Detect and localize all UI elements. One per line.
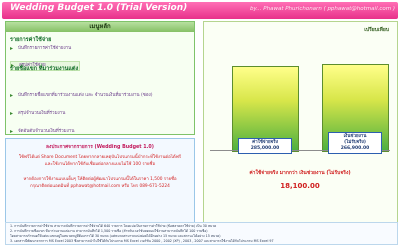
notes-panel: 1. การบันทึกรายการค่าใช้จ่าย สามารถบันทึ… — [5, 222, 398, 245]
menu-item-label: สรุปจำนวนเงินที่ร่วมงาน — [18, 111, 66, 116]
bullet-icon: ▸ — [10, 45, 14, 52]
license-info-title: ลงประกาศจากรายการ (Wedding Budget 1.0) — [46, 145, 154, 150]
difference-value: 18,100.00 — [280, 182, 320, 190]
license-text-line: ใช้ฟรีได้แต่ Share Document โดยหากกลายเห… — [18, 155, 182, 160]
license-text-line: และใช้งานได้หากใช้กับเชื่อมต่อกลางแบบไม่… — [44, 162, 156, 167]
author-byline: by... Phawat Phurichonarn ( pphawat@hotm… — [249, 6, 395, 12]
menu-item-label: จัดอันดับจำนวนเงินที่ร่วมงาน — [18, 129, 75, 134]
bullet-icon: ▸ — [10, 92, 14, 99]
menu-item-gift-ranking[interactable]: ▸ จัดอันดับจำนวนเงินที่ร่วมงาน — [10, 128, 128, 136]
gift-money-label: เงินช่วยงาน (ไม่รับจริง) 266,900.00 — [328, 132, 382, 154]
bullet-icon: ▸ — [10, 128, 14, 135]
bullet-icon: ▸ — [10, 110, 14, 117]
guest-section-title: รายชื่อแขก ที่มาร่วมงานแต่ง — [10, 66, 79, 72]
contact-text-line: กรุณาติดต่อแอดมินที่ pphawat@hotmail.com… — [30, 184, 170, 189]
menu-item-gift-summary[interactable]: ▸ สรุปจำนวนเงินที่ร่วมงาน — [10, 110, 128, 118]
gift-money-value: 266,900.00 — [340, 146, 370, 151]
actual-expense-value: 285,000.00 — [250, 146, 280, 151]
menu-item-label: บันทึกรายชื่อแขกที่มาร่วมงานแต่ง และ จำน… — [18, 93, 153, 98]
expense-section-title: รายการค่าใช้จ่าย — [10, 37, 52, 43]
comparison-panel: เปรียบเทียบ ค่าใช้จ่ายจริง 285,000.00 เง… — [203, 21, 398, 223]
license-text-line: หากต้องการใช้งานแบบเต็มๆ ให้ติดต่อผู้พัฒ… — [23, 177, 177, 182]
menu-item-record-guests[interactable]: ▸ บันทึกรายชื่อแขกที่มาร่วมงานแต่ง และ จำ… — [10, 92, 198, 100]
main-menu-panel: เมนูหลัก รายการค่าใช้จ่าย ▸ บันทึกรายการค… — [5, 21, 198, 171]
main-menu-heading: เมนูหลัก — [6, 22, 194, 32]
license-info-panel: ลงประกาศจากรายการ (Wedding Budget 1.0) ใ… — [5, 138, 195, 223]
menu-item-record-expenses[interactable]: ▸ บันทึกรายการค่าใช้จ่ายงาน — [10, 45, 128, 53]
app-title: Wedding Budget 1.0 (Trial Version) — [10, 3, 188, 13]
actual-expense-label: ค่าใช้จ่ายจริง 285,000.00 — [238, 138, 292, 154]
comparison-title: เปรียบเทียบ — [364, 27, 389, 33]
menu-item-label: บันทึกรายการค่าใช้จ่ายงาน — [18, 46, 72, 51]
note-line: 3. เอกสารนี้พัฒนาจากการ MS Excel 2003 ซึ… — [10, 239, 274, 243]
difference-label: ค่าใช้จ่ายจริง มากกว่า เงินช่วยงาน (ไม่ร… — [249, 170, 351, 176]
